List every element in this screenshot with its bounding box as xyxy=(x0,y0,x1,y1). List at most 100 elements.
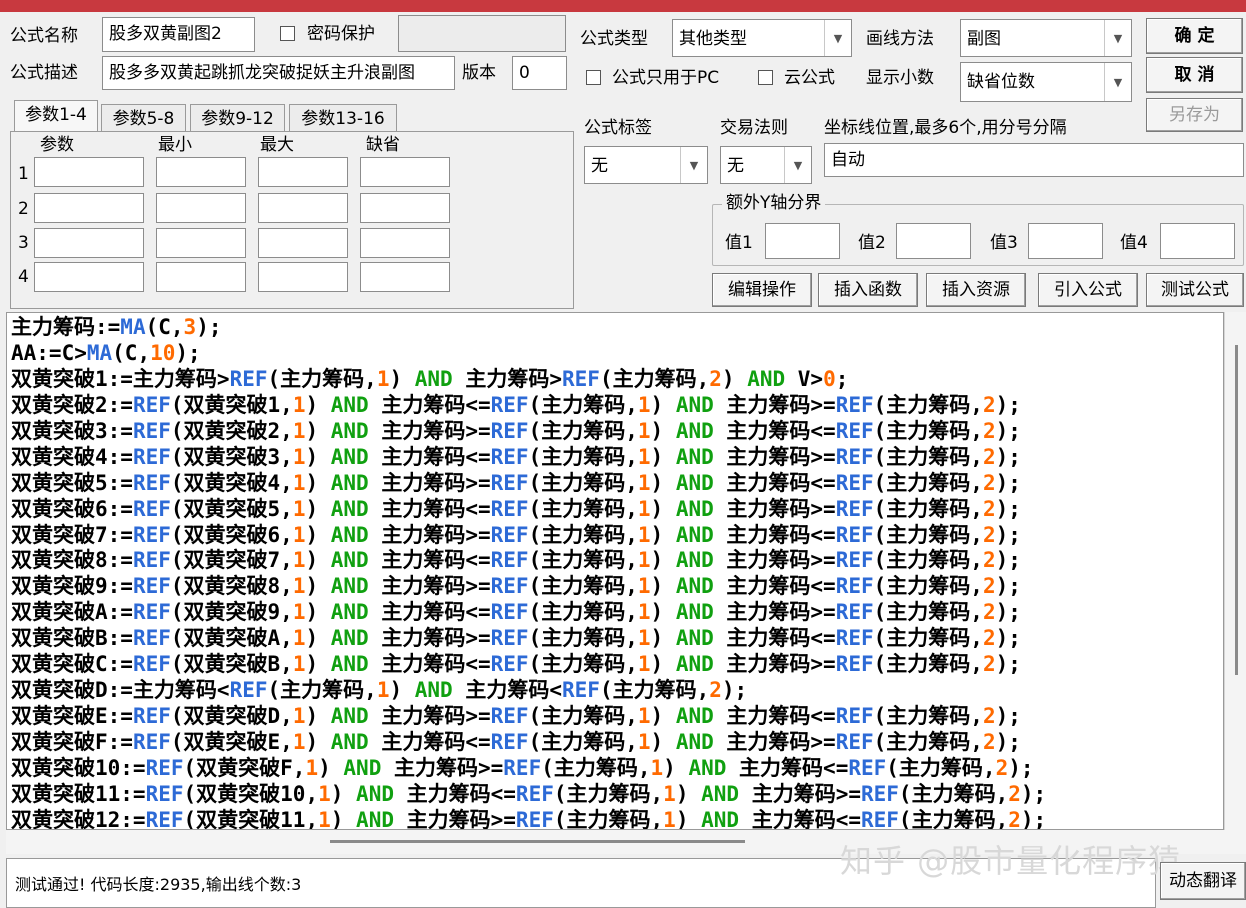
y-axis-group-title: 额外Y轴分界 xyxy=(722,192,826,214)
param-header-min: 最小 xyxy=(158,135,192,155)
param-3-min-input[interactable] xyxy=(156,228,246,258)
formula-tag-label: 公式标签 xyxy=(584,118,652,138)
formula-type-label: 公式类型 xyxy=(580,29,648,49)
code-editor[interactable]: 主力筹码:=MA(C,3); AA:=C>MA(C,10); 双黄突破1:=主力筹码… xyxy=(6,312,1224,830)
y-value-1-input[interactable] xyxy=(765,223,840,259)
code-line[interactable]: 双黄突破C:=REF(双黄突破B,1) AND 主力筹码<=REF(主力筹码,1… xyxy=(11,652,1223,678)
cloud-formula-label: 云公式 xyxy=(784,68,835,88)
param-1-name-input[interactable] xyxy=(34,157,144,187)
trade-rule-select[interactable]: 无 ▼ xyxy=(720,146,812,184)
param-2-min-input[interactable] xyxy=(156,193,246,223)
formula-tag-select[interactable]: 无 ▼ xyxy=(584,146,708,184)
insert-function-button[interactable]: 插入函数 xyxy=(818,273,918,307)
status-text: 测试通过! 代码长度:2935,输出线个数:3 xyxy=(15,875,302,894)
version-label: 版本 xyxy=(462,63,496,83)
code-content[interactable]: 主力筹码:=MA(C,3); AA:=C>MA(C,10); 双黄突破1:=主力筹码… xyxy=(7,313,1223,829)
y-value-3-input[interactable] xyxy=(1028,223,1103,259)
version-input[interactable]: 0 xyxy=(512,56,567,90)
code-line[interactable]: 双黄突破10:=REF(双黄突破F,1) AND 主力筹码>=REF(主力筹码,… xyxy=(11,756,1223,782)
password-protect-label: 密码保护 xyxy=(307,24,375,44)
import-formula-button[interactable]: 引入公式 xyxy=(1038,273,1138,307)
param-header-default: 缺省 xyxy=(366,135,400,155)
pc-only-checkbox[interactable] xyxy=(586,70,601,85)
decimal-value: 缺省位数 xyxy=(967,72,1035,92)
param-2-max-input[interactable] xyxy=(258,193,348,223)
test-formula-button[interactable]: 测试公式 xyxy=(1146,273,1244,307)
param-2-default-input[interactable] xyxy=(360,193,450,223)
param-4-name-input[interactable] xyxy=(34,262,144,292)
trade-rule-value: 无 xyxy=(727,156,744,176)
formula-name-input[interactable]: 股多双黄副图2 xyxy=(102,17,255,52)
param-header-name: 参数 xyxy=(40,135,74,155)
formula-desc-label: 公式描述 xyxy=(10,63,78,83)
y-value-3-label: 值3 xyxy=(990,233,1018,253)
code-line[interactable]: 双黄突破E:=REF(双黄突破D,1) AND 主力筹码>=REF(主力筹码,1… xyxy=(11,704,1223,730)
decimal-select[interactable]: 缺省位数 ▼ xyxy=(960,62,1132,102)
param-1-max-input[interactable] xyxy=(258,157,348,187)
vertical-scrollbar-thumb[interactable] xyxy=(1235,345,1238,675)
code-line[interactable]: 双黄突破8:=REF(双黄突破7,1) AND 主力筹码<=REF(主力筹码,1… xyxy=(11,548,1223,574)
y-value-4-input[interactable] xyxy=(1160,223,1235,259)
formula-type-select[interactable]: 其他类型 ▼ xyxy=(672,19,852,57)
insert-resource-button[interactable]: 插入资源 xyxy=(926,273,1026,307)
code-line[interactable]: 双黄突破B:=REF(双黄突破A,1) AND 主力筹码>=REF(主力筹码,1… xyxy=(11,626,1223,652)
y-value-2-label: 值2 xyxy=(858,233,886,253)
param-3-name-input[interactable] xyxy=(34,228,144,258)
tab-params-9-12[interactable]: 参数9-12 xyxy=(190,104,285,132)
code-line[interactable]: 双黄突破2:=REF(双黄突破1,1) AND 主力筹码<=REF(主力筹码,1… xyxy=(11,393,1223,419)
draw-method-label: 画线方法 xyxy=(866,29,934,49)
password-protect-checkbox[interactable] xyxy=(280,26,295,41)
param-4-min-input[interactable] xyxy=(156,262,246,292)
formula-tag-value: 无 xyxy=(591,156,608,176)
draw-method-value: 副图 xyxy=(967,29,1001,49)
tab-params-13-16[interactable]: 参数13-16 xyxy=(289,104,397,132)
param-4-max-input[interactable] xyxy=(258,262,348,292)
save-as-button: 另存为 xyxy=(1146,98,1243,132)
code-line[interactable]: 双黄突破9:=REF(双黄突破8,1) AND 主力筹码>=REF(主力筹码,1… xyxy=(11,574,1223,600)
param-header-max: 最大 xyxy=(260,135,294,155)
param-1-min-input[interactable] xyxy=(156,157,246,187)
param-2-name-input[interactable] xyxy=(34,193,144,223)
dynamic-translate-button[interactable]: 动态翻译 xyxy=(1160,862,1246,900)
chevron-down-icon: ▼ xyxy=(680,147,707,183)
param-3-default-input[interactable] xyxy=(360,228,450,258)
cancel-button[interactable]: 取 消 xyxy=(1146,57,1243,93)
edit-operation-button[interactable]: 编辑操作 xyxy=(712,273,812,307)
formula-type-value: 其他类型 xyxy=(679,29,747,49)
code-line[interactable]: 双黄突破12:=REF(双黄突破11,1) AND 主力筹码>=REF(主力筹码… xyxy=(11,808,1223,829)
chevron-down-icon: ▼ xyxy=(1104,20,1131,56)
axis-position-input[interactable]: 自动 xyxy=(824,143,1244,177)
decimal-label: 显示小数 xyxy=(866,68,934,88)
code-line[interactable]: 双黄突破5:=REF(双黄突破4,1) AND 主力筹码>=REF(主力筹码,1… xyxy=(11,471,1223,497)
chevron-down-icon: ▼ xyxy=(1104,63,1131,101)
y-value-2-input[interactable] xyxy=(896,223,971,259)
code-line[interactable]: 双黄突破6:=REF(双黄突破5,1) AND 主力筹码<=REF(主力筹码,1… xyxy=(11,497,1223,523)
code-line[interactable]: 双黄突破11:=REF(双黄突破10,1) AND 主力筹码<=REF(主力筹码… xyxy=(11,782,1223,808)
code-line[interactable]: 双黄突破4:=REF(双黄突破3,1) AND 主力筹码<=REF(主力筹码,1… xyxy=(11,445,1223,471)
pc-only-label: 公式只用于PC xyxy=(612,68,720,88)
formula-name-label: 公式名称 xyxy=(10,26,78,46)
code-line[interactable]: AA:=C>MA(C,10); xyxy=(11,341,1223,367)
code-line[interactable]: 双黄突破F:=REF(双黄突破E,1) AND 主力筹码<=REF(主力筹码,1… xyxy=(11,730,1223,756)
axis-position-label: 坐标线位置,最多6个,用分号分隔 xyxy=(824,118,1067,138)
param-1-default-input[interactable] xyxy=(360,157,450,187)
code-line[interactable]: 双黄突破A:=REF(双黄突破9,1) AND 主力筹码<=REF(主力筹码,1… xyxy=(11,600,1223,626)
code-line[interactable]: 双黄突破3:=REF(双黄突破2,1) AND 主力筹码>=REF(主力筹码,1… xyxy=(11,419,1223,445)
ok-button[interactable]: 确 定 xyxy=(1146,18,1243,54)
y-value-1-label: 值1 xyxy=(725,233,753,253)
trade-rule-label: 交易法则 xyxy=(720,118,788,138)
cloud-formula-checkbox[interactable] xyxy=(758,70,773,85)
chevron-down-icon: ▼ xyxy=(784,147,811,183)
code-line[interactable]: 双黄突破7:=REF(双黄突破6,1) AND 主力筹码>=REF(主力筹码,1… xyxy=(11,523,1223,549)
draw-method-select[interactable]: 副图 ▼ xyxy=(960,19,1132,57)
tab-params-1-4[interactable]: 参数1-4 xyxy=(14,100,98,132)
code-line[interactable]: 主力筹码:=MA(C,3); xyxy=(11,315,1223,341)
formula-desc-input[interactable]: 股多多双黄起跳抓龙突破捉妖主升浪副图 xyxy=(102,56,455,90)
horizontal-scrollbar-thumb[interactable] xyxy=(330,840,745,843)
code-line[interactable]: 双黄突破D:=主力筹码<REF(主力筹码,1) AND 主力筹码<REF(主力筹… xyxy=(11,678,1223,704)
param-4-default-input[interactable] xyxy=(360,262,450,292)
code-line[interactable]: 双黄突破1:=主力筹码>REF(主力筹码,1) AND 主力筹码>REF(主力筹… xyxy=(11,367,1223,393)
password-input xyxy=(398,15,566,52)
tab-params-5-8[interactable]: 参数5-8 xyxy=(101,104,186,132)
param-3-max-input[interactable] xyxy=(258,228,348,258)
